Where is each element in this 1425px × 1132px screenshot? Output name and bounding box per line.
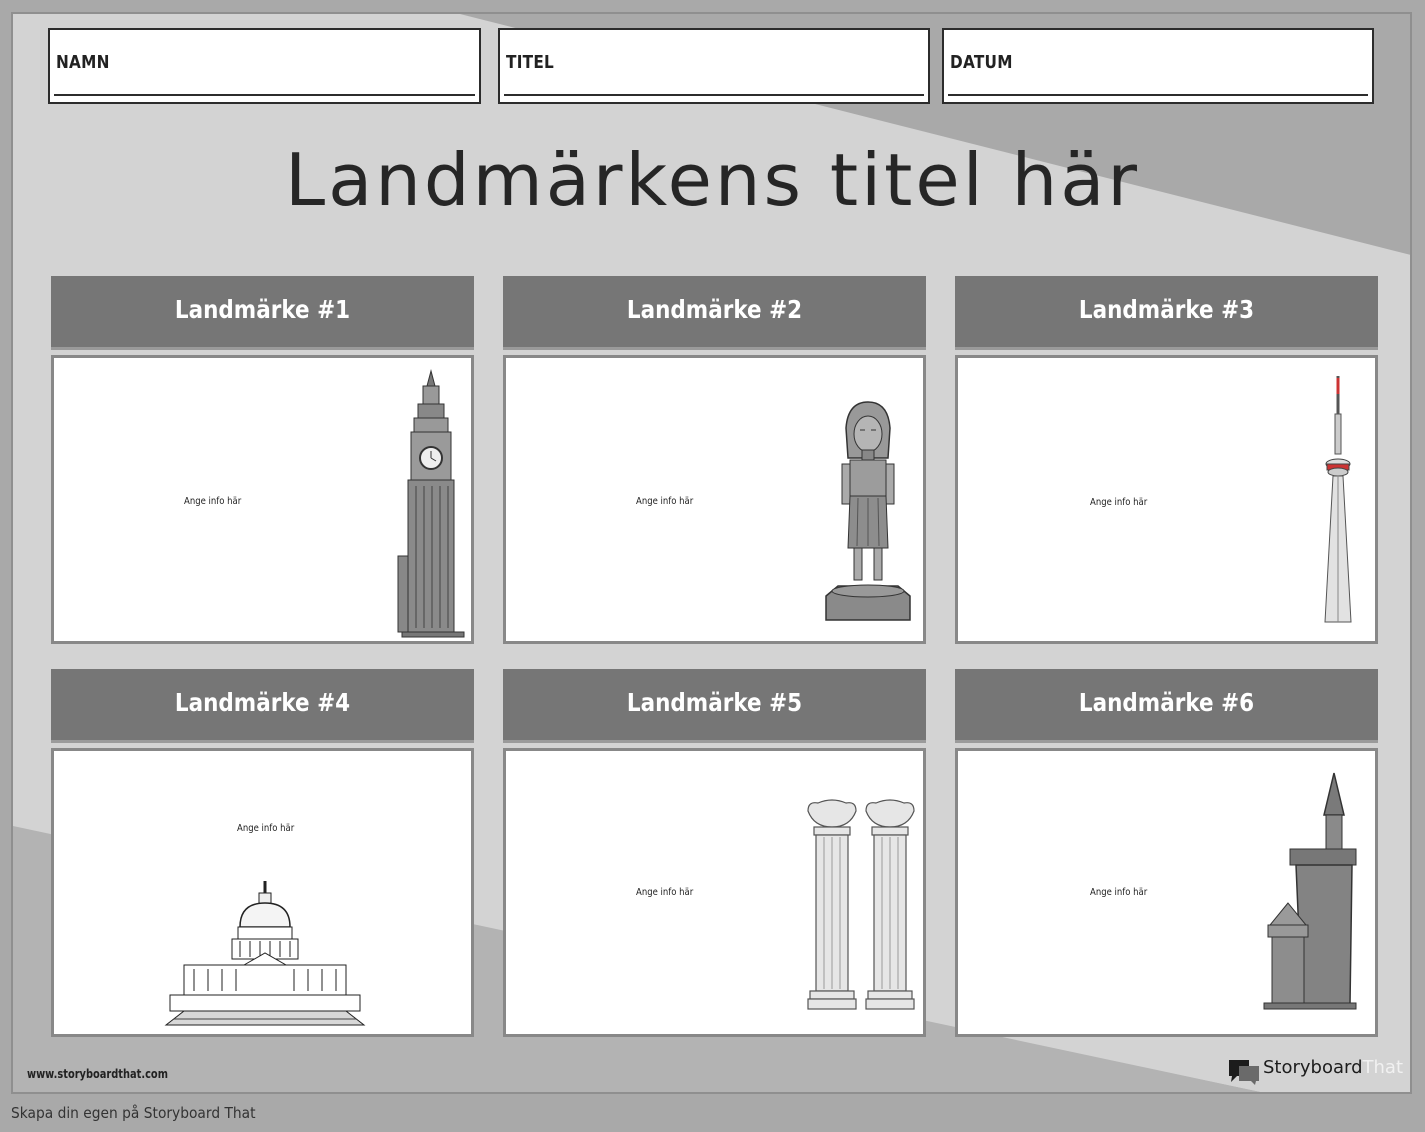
website-url[interactable]: www.storyboardthat.com bbox=[27, 1067, 168, 1081]
logo-text-that: That bbox=[1362, 1057, 1404, 1078]
landmark-1-heading-text: Landmärke #1 bbox=[174, 295, 351, 324]
landmark-6-card[interactable]: Ange info här bbox=[955, 748, 1378, 1037]
date-underline bbox=[948, 94, 1368, 96]
landmark-4-heading[interactable]: Landmärke #4 bbox=[51, 669, 474, 743]
landmark-5-card[interactable]: Ange info här bbox=[503, 748, 926, 1037]
title-field[interactable]: TITEL bbox=[498, 28, 930, 104]
landmark-3-heading[interactable]: Landmärke #3 bbox=[955, 276, 1378, 350]
landmark-2-card[interactable]: Ange info här bbox=[503, 355, 926, 644]
landmark-2-heading-text: Landmärke #2 bbox=[626, 295, 803, 324]
landmark-5-info[interactable]: Ange info här bbox=[636, 887, 693, 898]
landmark-3-info[interactable]: Ange info här bbox=[1090, 497, 1147, 508]
landmark-5-heading-text: Landmärke #5 bbox=[626, 688, 803, 717]
pharaoh-statue-icon bbox=[825, 401, 911, 621]
date-label: DATUM bbox=[950, 52, 1013, 73]
big-ben-icon bbox=[397, 369, 465, 638]
castle-tower-icon bbox=[1263, 772, 1357, 1010]
name-field[interactable]: NAMN bbox=[48, 28, 481, 104]
page-title[interactable]: Landmärkens titel här bbox=[0, 138, 1425, 222]
cn-tower-icon bbox=[1324, 376, 1352, 623]
landmark-1-info[interactable]: Ange info här bbox=[184, 496, 241, 507]
footer-cta[interactable]: Skapa din egen på Storyboard That bbox=[11, 1104, 256, 1122]
name-label: NAMN bbox=[56, 52, 110, 73]
title-underline bbox=[504, 94, 924, 96]
landmark-3-heading-text: Landmärke #3 bbox=[1078, 295, 1255, 324]
landmark-2-heading[interactable]: Landmärke #2 bbox=[503, 276, 926, 350]
landmark-6-info[interactable]: Ange info här bbox=[1090, 887, 1147, 898]
landmark-1-card[interactable]: Ange info här bbox=[51, 355, 474, 644]
landmark-4-info[interactable]: Ange info här bbox=[237, 823, 294, 834]
storyboardthat-logo[interactable]: StoryboardThat bbox=[1227, 1055, 1403, 1085]
greek-columns-icon bbox=[807, 799, 915, 1010]
name-underline bbox=[54, 94, 475, 96]
speech-bubble-icon bbox=[1229, 1060, 1259, 1085]
landmark-6-heading[interactable]: Landmärke #6 bbox=[955, 669, 1378, 743]
title-label: TITEL bbox=[506, 52, 555, 73]
landmark-2-info[interactable]: Ange info här bbox=[636, 496, 693, 507]
landmark-1-heading[interactable]: Landmärke #1 bbox=[51, 276, 474, 350]
date-field[interactable]: DATUM bbox=[942, 28, 1374, 104]
landmark-3-card[interactable]: Ange info här bbox=[955, 355, 1378, 644]
logo-text-storyboard: Storyboard bbox=[1263, 1057, 1363, 1078]
landmark-5-heading[interactable]: Landmärke #5 bbox=[503, 669, 926, 743]
landmark-4-card[interactable]: Ange info här bbox=[51, 748, 474, 1037]
logo-text: StoryboardThat bbox=[1263, 1057, 1403, 1078]
landmark-6-heading-text: Landmärke #6 bbox=[1078, 688, 1255, 717]
landmark-4-heading-text: Landmärke #4 bbox=[174, 688, 351, 717]
capitol-building-icon bbox=[164, 881, 366, 1026]
